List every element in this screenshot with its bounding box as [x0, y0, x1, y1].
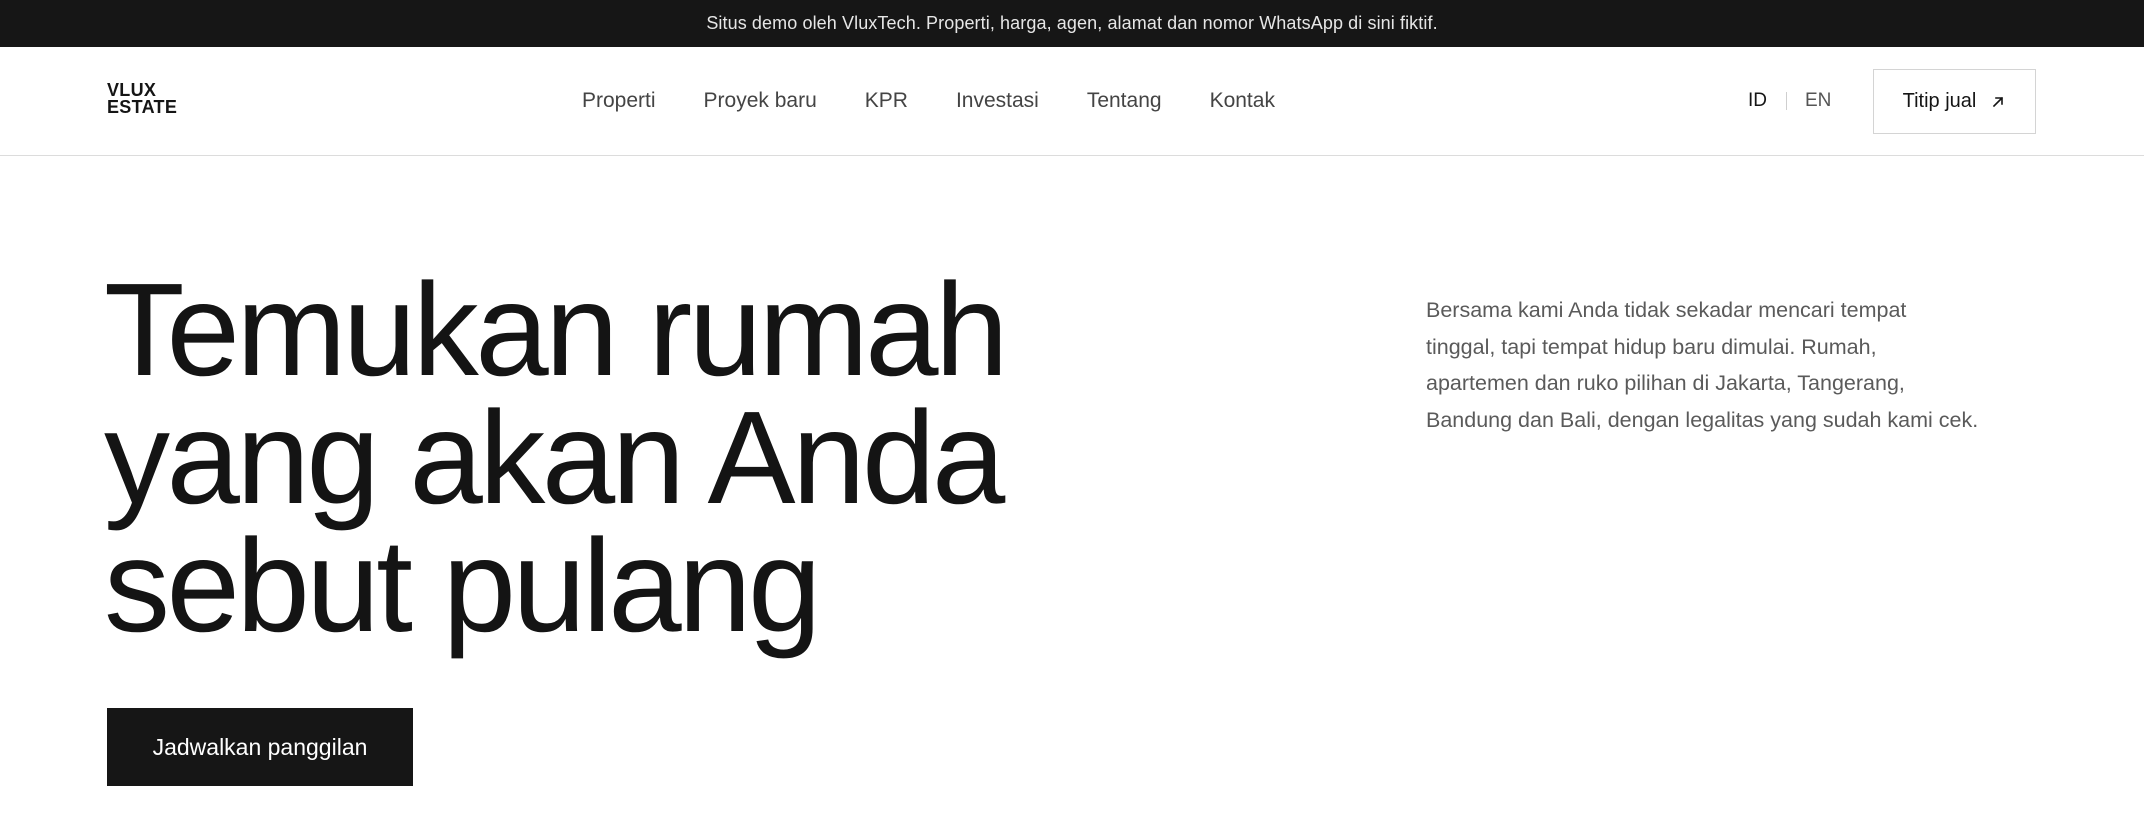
nav-item-properti[interactable]: Properti — [582, 89, 656, 113]
arrow-up-right-icon — [1990, 94, 2006, 110]
hero-title-line: sebut pulang — [104, 512, 821, 659]
hero-description-line: apartemen dan ruko pilihan di Jakarta, T… — [1426, 371, 1905, 395]
language-switcher: ID EN — [1748, 47, 1831, 155]
language-divider — [1786, 92, 1787, 110]
hero-title: Temukan rumah yang akan Anda sebut pulan… — [104, 256, 1104, 659]
language-option-id[interactable]: ID — [1748, 90, 1767, 112]
schedule-call-button[interactable]: Jadwalkan panggilan — [107, 708, 413, 786]
main-nav: Properti Proyek baru KPR Investasi Tenta… — [582, 47, 1275, 155]
site-header: VLUX ESTATE Properti Proyek baru KPR Inv… — [0, 47, 2144, 156]
language-option-en[interactable]: EN — [1805, 90, 1831, 112]
titip-jual-button[interactable]: Titip jual — [1873, 69, 2036, 134]
nav-item-investasi[interactable]: Investasi — [956, 89, 1039, 113]
hero-title-line: Temukan rumah — [104, 256, 1008, 403]
logo[interactable]: VLUX ESTATE — [107, 81, 178, 117]
logo-line-2: ESTATE — [107, 97, 178, 117]
announcement-text: Situs demo oleh VluxTech. Properti, harg… — [706, 13, 1438, 33]
announcement-bar: Situs demo oleh VluxTech. Properti, harg… — [0, 0, 2144, 47]
hero-description: Bersama kami Anda tidak sekadar mencari … — [1426, 292, 2026, 438]
hero-description-line: Bandung dan Bali, dengan legalitas yang … — [1426, 407, 1979, 432]
nav-item-tentang[interactable]: Tentang — [1087, 89, 1162, 113]
nav-item-kontak[interactable]: Kontak — [1210, 89, 1275, 113]
hero-description-line: tinggal, tapi tempat hidup baru dimulai.… — [1426, 334, 1877, 359]
nav-item-proyek-baru[interactable]: Proyek baru — [704, 89, 817, 113]
titip-jual-label: Titip jual — [1902, 90, 1977, 112]
hero-description-line: Bersama kami Anda tidak sekadar mencari … — [1426, 298, 1907, 322]
nav-item-kpr[interactable]: KPR — [865, 89, 908, 113]
hero-title-line: yang akan Anda — [104, 384, 1005, 531]
